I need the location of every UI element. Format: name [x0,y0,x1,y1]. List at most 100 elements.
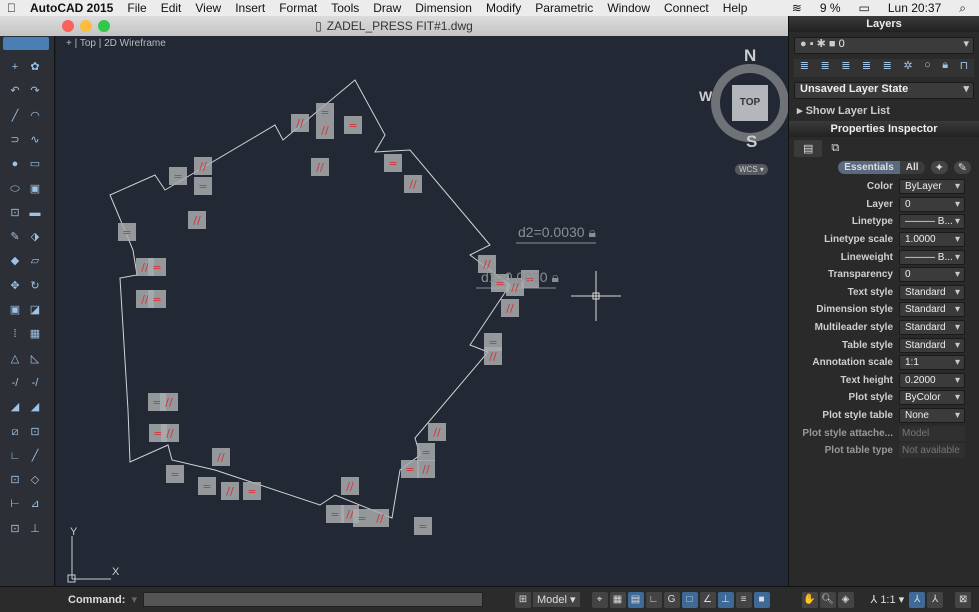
menu-window[interactable]: Window [600,1,657,15]
tool-button[interactable]: ↶ [8,85,22,97]
tool-button[interactable]: ⧄ [8,426,22,438]
lineweight-icon[interactable]: ≡ [735,591,752,608]
menu-parametric[interactable]: Parametric [528,1,600,15]
tool-button[interactable]: ◢ [8,401,22,413]
tool-button[interactable]: ● [8,158,22,170]
constraint-badge[interactable]: = [148,290,166,308]
tool-button[interactable]: ⊡ [8,207,22,219]
wcs-menu[interactable]: WCS ▾ [735,164,768,175]
tool-button[interactable]: ✎ [8,231,22,243]
clock[interactable]: Lun 20:37 [881,1,948,16]
tab-all[interactable]: All [899,161,925,174]
constraint-badge[interactable]: = [353,509,371,527]
constraint-badge[interactable]: = [194,177,212,195]
snap-icon[interactable]: ⌖ [591,591,608,608]
tool-button[interactable]: ◠ [28,110,42,122]
constraint-badge[interactable]: = [417,443,435,461]
menu-dimension[interactable]: Dimension [408,1,479,15]
tool-button[interactable]: -/ [28,377,42,389]
tool-button[interactable]: ⊡ [28,426,42,438]
freeze-icon[interactable]: ✲ [903,59,912,77]
constraint-badge[interactable]: // [341,477,359,495]
lock-layer-icon[interactable]: 🔒︎ [942,59,948,77]
tool-button[interactable]: △ [8,353,22,365]
pick-icon[interactable]: ✎ [953,161,971,174]
constraint-badge[interactable]: // [417,460,435,478]
close-button[interactable] [62,20,74,32]
constraint-badge[interactable]: // [484,347,502,365]
compass-west[interactable]: W [699,88,712,104]
tool-button[interactable]: -/ [8,377,22,389]
menu-tools[interactable]: Tools [324,1,366,15]
zoom-button[interactable] [98,20,110,32]
constraint-badge[interactable]: = [169,167,187,185]
tab-essentials[interactable]: Essentials [838,161,900,174]
orbit-icon[interactable]: ◈ [837,591,854,608]
model-button[interactable]: Model ▾ [532,592,580,607]
property-value[interactable]: 1:1 [899,355,965,371]
tool-button[interactable]: ⊡ [8,474,22,486]
minimize-button[interactable] [80,20,92,32]
osnap-icon[interactable]: □ [681,591,698,608]
constraint-badge[interactable]: // [371,509,389,527]
constraint-badge[interactable]: = [166,465,184,483]
tool-button[interactable]: ◆ [8,255,22,267]
constraint-badge[interactable]: // [291,114,309,132]
tool-button[interactable]: ⁞ [8,328,22,340]
battery-icon[interactable]: ▭ [852,1,877,16]
tool-set-selector[interactable] [3,37,49,50]
constraint-badge[interactable]: // [501,299,519,317]
menu-view[interactable]: View [188,1,228,15]
transparency-icon[interactable]: ■ [753,591,770,608]
grid-display-icon[interactable]: ▤ [627,591,644,608]
unlock-layer-icon[interactable]: ⊓ [960,59,969,77]
property-value[interactable]: Standard [899,284,965,300]
menu-draw[interactable]: Draw [366,1,408,15]
layer-state-dropdown[interactable]: Unsaved Layer State [794,82,974,99]
layer-on-icon[interactable]: ○ [924,59,931,77]
polar-icon[interactable]: G [663,591,680,608]
constraint-badge[interactable]: // [188,211,206,229]
constraint-badge[interactable]: = [401,460,419,478]
constraint-badge[interactable]: = [414,517,432,535]
tool-button[interactable]: ▭ [28,158,42,170]
auto-scale-icon[interactable]: ⅄ [927,591,944,608]
tool-button[interactable]: ╱ [8,110,22,122]
ortho-icon[interactable]: ∟ [645,591,662,608]
constraint-badge[interactable]: // [212,448,230,466]
property-value[interactable]: ——— B... [899,249,965,265]
menu-modify[interactable]: Modify [479,1,528,15]
constraint-badge[interactable]: // [221,482,239,500]
property-value[interactable]: 1.0000 [899,232,965,248]
search-icon[interactable]: ⌕ [952,1,973,16]
tool-button[interactable]: + [8,61,22,73]
menu-format[interactable]: Format [272,1,324,15]
tool-button[interactable]: ✥ [8,280,22,292]
grid-icon[interactable]: ▦ [609,591,626,608]
tool-button[interactable]: ◺ [28,353,42,365]
menu-connect[interactable]: Connect [657,1,716,15]
tool-button[interactable]: ∟ [8,450,22,462]
viewcube-top-face[interactable]: TOP [732,85,768,121]
property-value[interactable]: ByLayer [899,179,965,195]
command-history-icon[interactable]: ▾ [131,593,137,606]
layout-grid-icon[interactable]: ⊞ [514,591,531,608]
isolate-icon[interactable]: ≣ [883,59,892,77]
constraint-badge[interactable]: = [316,103,334,121]
tool-button[interactable]: ⬗ [28,231,42,243]
menu-insert[interactable]: Insert [228,1,272,15]
tool-button[interactable]: ⊢ [8,498,22,510]
layer-properties-icon[interactable]: ≣ [800,59,809,77]
constraint-badge[interactable]: // [404,175,422,193]
properties-tab-icon[interactable]: ▤ [794,140,823,157]
tool-button[interactable]: ↷ [28,85,42,97]
tool-button[interactable]: ◢ [28,401,42,413]
app-menu[interactable]: AutoCAD 2015 [23,1,120,15]
tool-button[interactable]: ▦ [28,328,42,340]
command-input[interactable] [142,592,483,607]
property-value[interactable]: Standard [899,302,965,318]
tool-button[interactable]: ⊿ [28,498,42,510]
zoom-icon[interactable]: 🔍︎ [819,591,836,608]
tool-button[interactable]: ◪ [28,304,42,316]
property-value[interactable]: ——— B... [899,214,965,230]
